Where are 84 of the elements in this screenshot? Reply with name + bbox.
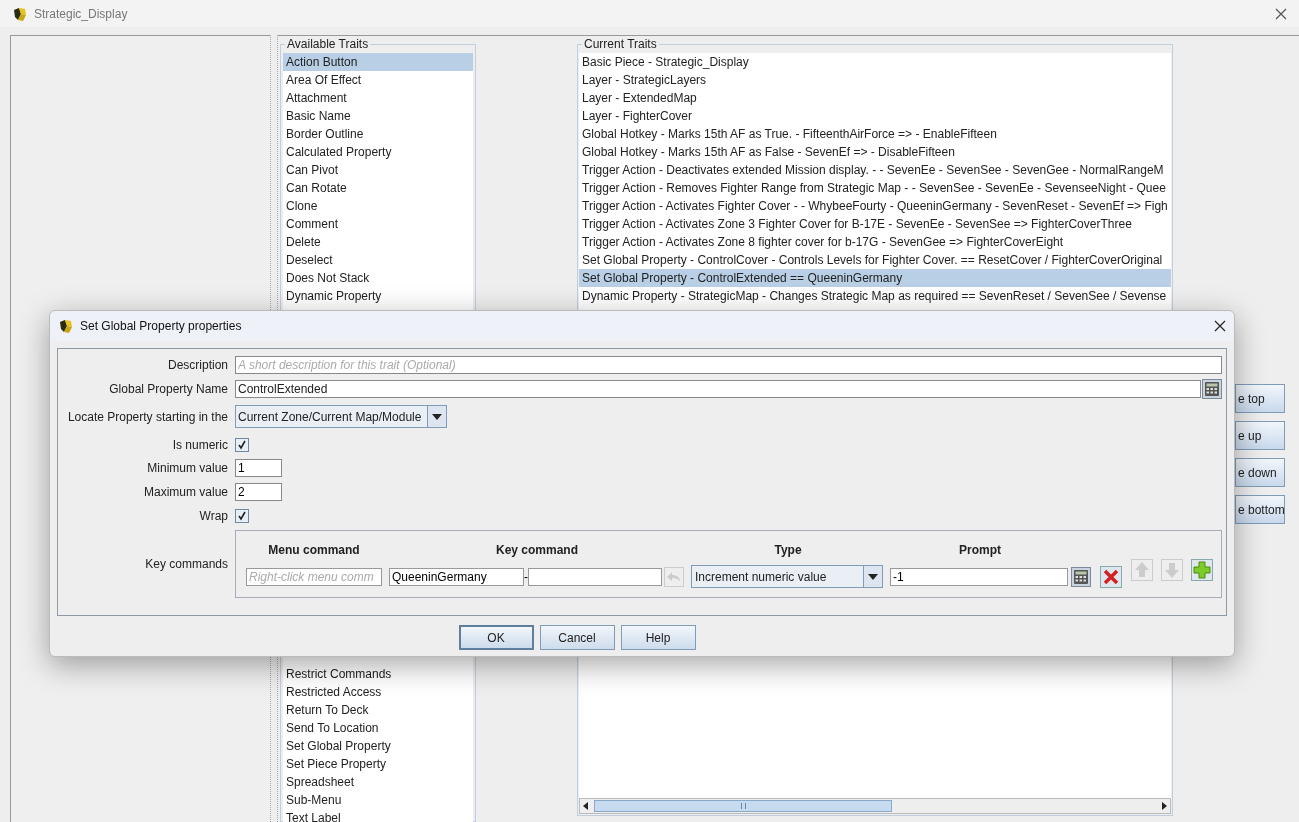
key-command-field[interactable]: QueeninGermany: [389, 567, 524, 586]
list-item[interactable]: Layer - StrategicLayers: [579, 71, 1171, 89]
property-name-field[interactable]: ControlExtended: [235, 380, 1201, 398]
field-label: Minimum value: [147, 460, 228, 477]
list-item[interactable]: Dynamic Property - StrategicMap - Changes Strategic Map as required == SevenReset / SevenSee / Sevense: [579, 287, 1171, 305]
list-item[interactable]: Comment: [283, 215, 473, 233]
list-item[interactable]: Area Of Effect: [283, 71, 473, 89]
field-label: Locate Property starting in the: [67, 408, 228, 426]
separator-text: -: [524, 570, 528, 583]
list-item[interactable]: Trigger Action - Deactivates extended Mission display. - - SevenEe - SevenSee - SevenGee - NormalRangeM: [579, 161, 1171, 179]
column-header: Menu command: [267, 542, 361, 559]
list-item[interactable]: Layer - ExtendedMap: [579, 89, 1171, 107]
list-item[interactable]: Trigger Action - Activates Fighter Cover - - WhybeeFourty - QueeninGermany - SevenReset - SevenEf => Figh: [579, 197, 1171, 215]
dialog-title: Set Global Property properties: [80, 318, 242, 335]
list-item[interactable]: Calculated Property: [283, 143, 473, 161]
caret-icon: [868, 573, 878, 580]
window-title: Strategic_Display: [34, 5, 128, 23]
list-item[interactable]: Trigger Action - Activates Zone 3 Fighter Cover for B-17E - SevenEe - SevenSee => FighterCoverThree: [579, 215, 1171, 233]
caret-icon: [432, 413, 442, 420]
list-item[interactable]: Deselect: [283, 251, 473, 269]
list-item[interactable]: Set Global Property - ControlCover - Controls Levels for Fighter Cover. == ResetCover / FighterCoverOriginal: [579, 251, 1171, 269]
list-item[interactable]: Does Not Stack: [283, 269, 473, 287]
list-item[interactable]: Return To Deck: [283, 701, 473, 719]
list-item[interactable]: Can Rotate: [283, 179, 473, 197]
list-item[interactable]: Set Global Property - ControlExtended == QueeninGermany: [579, 269, 1171, 287]
maximum-field[interactable]: 2: [235, 483, 282, 501]
list-item[interactable]: Basic Name: [283, 107, 473, 125]
list-item[interactable]: Restrict Commands: [283, 665, 473, 683]
list-item[interactable]: Dynamic Property: [283, 287, 473, 305]
calculator-icon[interactable]: [1071, 566, 1091, 587]
move-button[interactable]: e bottom: [1235, 495, 1285, 524]
field-label: Is numeric: [172, 437, 228, 454]
locate-dropdown[interactable]: Current Zone/Current Map/Module: [235, 405, 447, 428]
list-item[interactable]: Delete: [283, 233, 473, 251]
app-logo-icon: [12, 5, 28, 22]
list-item[interactable]: Clone: [283, 197, 473, 215]
dialog-button[interactable]: Help: [620, 625, 696, 650]
field-label: Global Property Name: [109, 380, 228, 398]
column-header: Type: [773, 542, 803, 559]
field-label: Description: [167, 357, 228, 374]
list-item[interactable]: Border Outline: [283, 125, 473, 143]
app-logo-icon: [58, 318, 74, 334]
menu-command-field[interactable]: Right-click menu comm: [246, 567, 382, 586]
key-command-field[interactable]: [528, 567, 662, 586]
description-field[interactable]: A short description for this trait (Optional): [235, 356, 1222, 374]
list-item[interactable]: Spreadsheet: [283, 773, 473, 791]
move-button[interactable]: e up: [1235, 421, 1285, 450]
minimum-field[interactable]: 1: [235, 459, 282, 477]
list-item[interactable]: Action Button: [283, 53, 473, 71]
dialog-button[interactable]: OK: [458, 625, 534, 650]
list-item[interactable]: Set Global Property: [283, 737, 473, 755]
list-item[interactable]: Attachment: [283, 89, 473, 107]
horizontal-scrollbar[interactable]: [579, 798, 1171, 814]
checkbox[interactable]: [235, 438, 249, 452]
list-item[interactable]: Send To Location: [283, 719, 473, 737]
column-header: Key command: [495, 542, 579, 559]
move-button[interactable]: e top: [1235, 384, 1285, 413]
list-item[interactable]: Can Pivot: [283, 161, 473, 179]
list-item[interactable]: Sub-Menu: [283, 791, 473, 809]
prompt-field[interactable]: -1: [890, 567, 1068, 586]
list-item[interactable]: Basic Piece - Strategic_Display: [579, 53, 1171, 71]
panel-title: Available Traits: [285, 37, 371, 51]
list-item[interactable]: Restricted Access: [283, 683, 473, 701]
checkbox[interactable]: [235, 509, 249, 523]
type-dropdown[interactable]: Increment numeric value: [691, 565, 883, 588]
delete-icon[interactable]: [1100, 565, 1122, 588]
field-label: Key commands: [145, 556, 228, 573]
close-icon[interactable]: [1275, 7, 1287, 20]
list-item[interactable]: Global Hotkey - Marks 15th AF as True. - FifteenthAirForce => - EnableFifteen: [579, 125, 1171, 143]
close-icon[interactable]: [1214, 320, 1226, 332]
field-label: Wrap: [199, 508, 228, 525]
list-item[interactable]: Trigger Action - Removes Fighter Range from Strategic Map - - SevenSee - SevenEe - SevenseeNight - Quee: [579, 179, 1171, 197]
move-button[interactable]: e down: [1235, 458, 1285, 487]
dialog-button[interactable]: Cancel: [539, 625, 615, 650]
list-item[interactable]: Global Hotkey - Marks 15th AF as False - SevenEf => - DisableFifteen: [579, 143, 1171, 161]
list-item[interactable]: Trigger Action - Activates Zone 8 fighter cover for b-17G - SevenGee => FighterCoverEight: [579, 233, 1171, 251]
column-header: Prompt: [958, 542, 1002, 559]
list-item[interactable]: Layer - FighterCover: [579, 107, 1171, 125]
list-item[interactable]: Text Label: [283, 809, 473, 822]
list-item[interactable]: Set Piece Property: [283, 755, 473, 773]
add-icon[interactable]: [1191, 558, 1213, 581]
panel-title: Current Traits: [582, 37, 659, 51]
field-label: Maximum value: [143, 484, 228, 501]
calculator-icon[interactable]: [1202, 379, 1222, 399]
